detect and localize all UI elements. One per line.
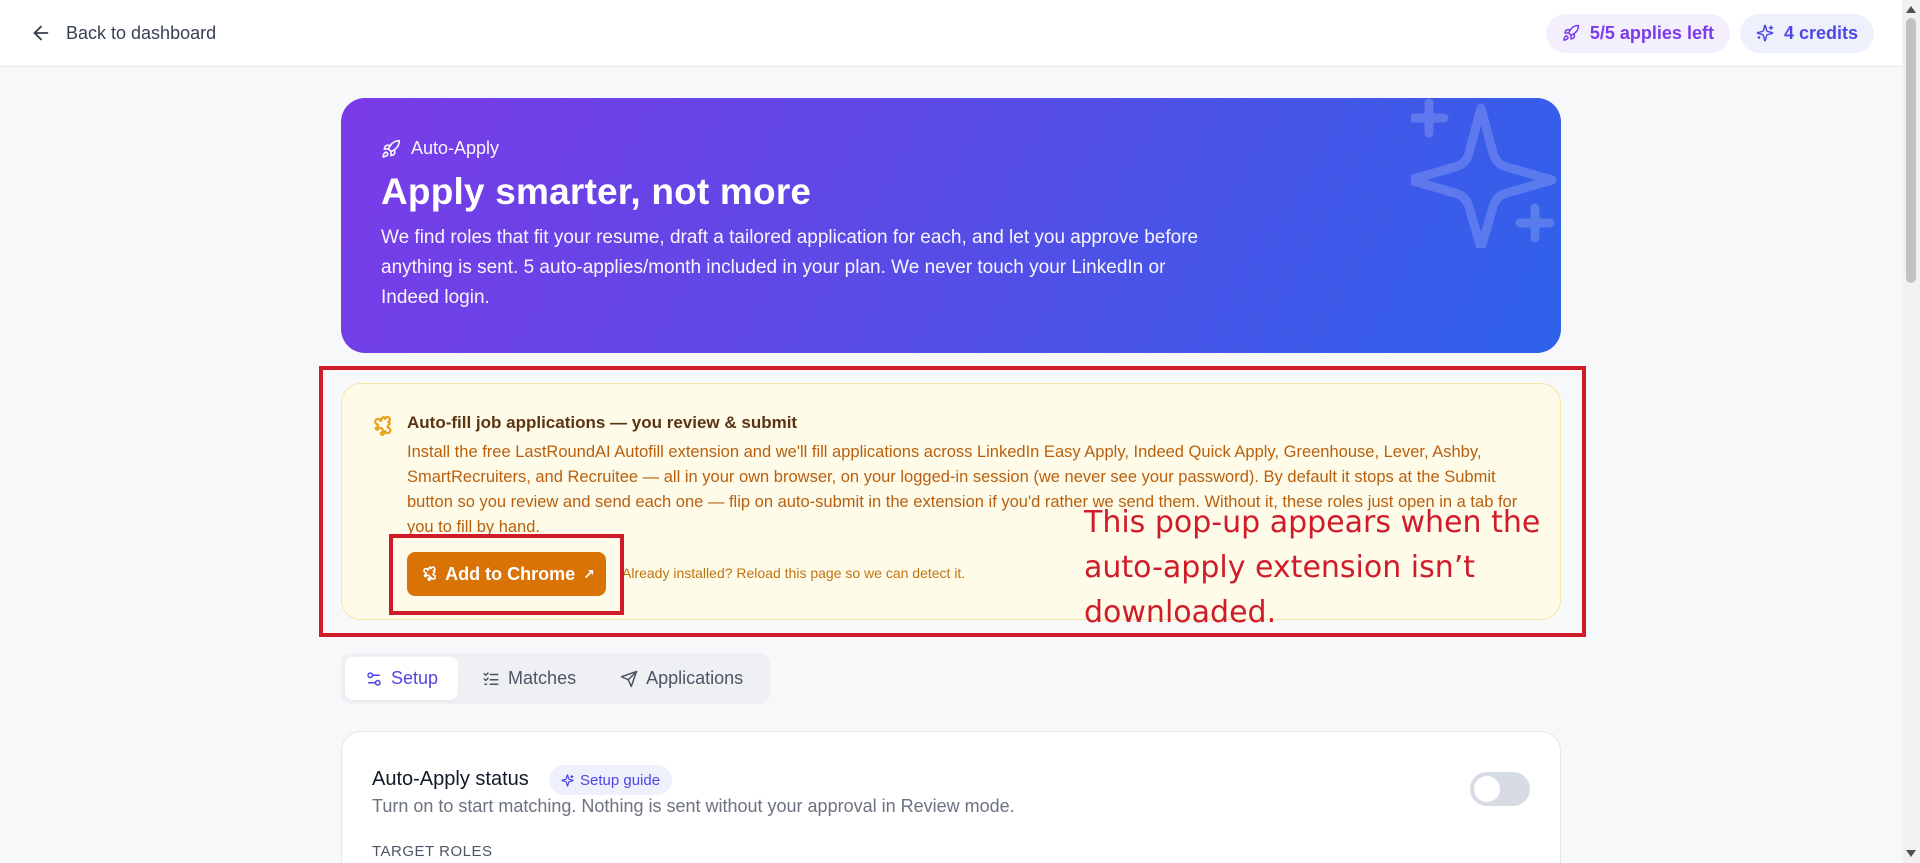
toggle-knob — [1474, 776, 1500, 802]
scroll-up-arrow-icon[interactable] — [1906, 6, 1916, 13]
auto-apply-status-card: Auto-Apply status Setup guide Turn on to… — [341, 731, 1561, 863]
target-roles-heading: TARGET ROLES — [372, 843, 493, 860]
applies-left-badge: 5/5 applies left — [1545, 13, 1730, 53]
auto-apply-toggle[interactable] — [1470, 772, 1530, 806]
sparkles-icon — [1756, 24, 1774, 42]
credits-badge: 4 credits — [1739, 13, 1874, 53]
arrow-left-icon — [33, 25, 49, 41]
sliders-icon — [367, 671, 381, 686]
send-icon — [620, 670, 638, 687]
setup-guide-button[interactable]: Setup guide — [549, 765, 673, 795]
tab-setup-label: Setup — [391, 668, 439, 688]
tab-matches[interactable]: Matches — [462, 657, 596, 700]
hero-description: We find roles that fit your resume, draf… — [381, 227, 1199, 308]
status-title: Auto-Apply status — [372, 768, 529, 790]
tab-applications-label: Applications — [646, 668, 744, 688]
sparkle-decoration-icon — [1411, 98, 1557, 248]
tab-matches-label: Matches — [508, 668, 577, 688]
rocket-icon — [1563, 24, 1580, 41]
scrollbar-thumb[interactable] — [1906, 18, 1916, 283]
credits-text: 4 credits — [1783, 22, 1858, 43]
annotation-text: This pop-up appears when the auto-apply … — [1084, 505, 1541, 630]
annotation-button-highlight-box — [389, 534, 624, 615]
status-subtitle: Turn on to start matching. Nothing is se… — [372, 796, 1015, 816]
hero-eyebrow-label: Auto-Apply — [411, 138, 500, 158]
tab-applications[interactable]: Applications — [600, 657, 763, 700]
sparkles-icon — [561, 773, 574, 787]
tab-setup[interactable]: Setup — [345, 657, 459, 700]
back-link-label: Back to dashboard — [66, 22, 217, 43]
applies-left-text: 5/5 applies left — [1589, 22, 1714, 43]
tab-bar: Setup Matches Applications — [341, 653, 770, 704]
page-scrollbar[interactable] — [1902, 0, 1920, 863]
hero-banner: Auto-Apply Apply smarter, not more We fi… — [341, 98, 1561, 353]
scroll-down-arrow-icon[interactable] — [1906, 850, 1916, 857]
list-checks-icon — [483, 671, 499, 685]
hero-eyebrow: Auto-Apply — [381, 138, 1521, 159]
page-title: Apply smarter, not more — [381, 171, 812, 212]
rocket-icon — [382, 139, 401, 158]
top-bar: Back to dashboard 5/5 applies left 4 cre… — [0, 0, 1902, 67]
back-to-dashboard-link[interactable]: Back to dashboard — [30, 22, 216, 44]
usage-pills: 5/5 applies left 4 credits — [1545, 13, 1874, 53]
setup-guide-label: Setup guide — [580, 771, 661, 789]
